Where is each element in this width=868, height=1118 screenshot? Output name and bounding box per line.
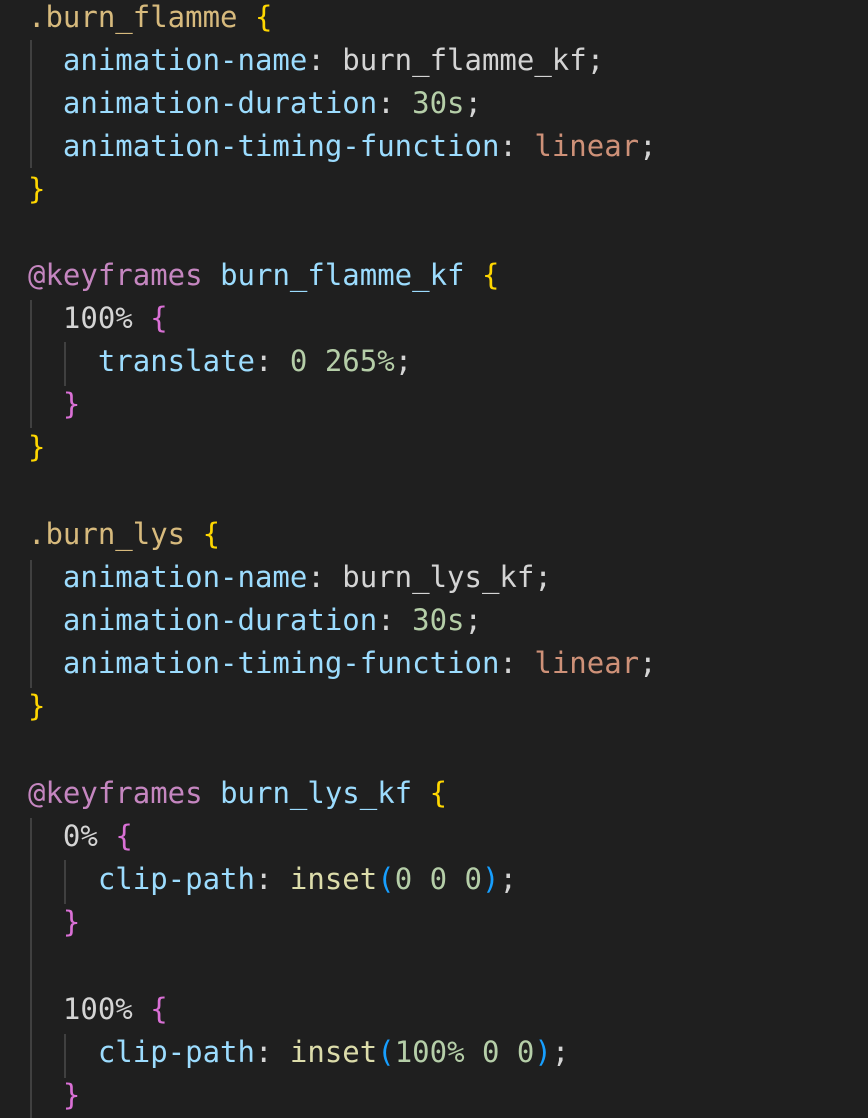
semicolon: ; — [499, 862, 517, 896]
brace: } — [28, 689, 46, 723]
brace: { — [481, 258, 500, 292]
css-property: animation-duration — [62, 86, 378, 120]
paren: ) — [534, 1035, 552, 1069]
brace: { — [150, 992, 168, 1026]
colon: : — [499, 646, 517, 680]
code-line-9[interactable]: translate: 0 265%; — [28, 340, 412, 383]
css-value: 30s — [412, 86, 465, 120]
brace: } — [62, 1078, 81, 1112]
brace: { — [202, 517, 221, 551]
brace: { — [429, 776, 448, 810]
code-editor[interactable]: .burn_flamme { animation-name: burn_flam… — [0, 0, 868, 1118]
colon: : — [307, 43, 325, 77]
css-function: inset — [289, 862, 378, 896]
semicolon: ; — [534, 560, 552, 594]
code-line-5[interactable]: } — [28, 168, 45, 211]
keyframe-selector: 100% — [62, 992, 133, 1026]
code-line-3[interactable]: animation-duration: 30s; — [28, 82, 482, 125]
semicolon: ; — [639, 129, 657, 163]
code-line-25[interactable]: clip-path: inset(100% 0 0); — [28, 1031, 569, 1074]
paren: ( — [377, 1035, 395, 1069]
colon: : — [254, 862, 273, 896]
colon: : — [377, 86, 395, 120]
code-line-11[interactable]: } — [28, 426, 45, 469]
semicolon: ; — [639, 646, 657, 680]
code-line-13[interactable]: .burn_lys { — [28, 513, 220, 556]
brace: } — [28, 430, 46, 464]
code-line-10[interactable]: } — [28, 383, 80, 426]
code-line-15[interactable]: animation-duration: 30s; — [28, 599, 482, 642]
css-value: 30s — [412, 603, 465, 637]
code-line-22[interactable]: } — [28, 901, 80, 944]
css-property: animation-timing-function — [62, 129, 500, 163]
paren: ( — [377, 862, 395, 896]
css-function: inset — [289, 1035, 378, 1069]
keyframe-selector: 100% — [62, 301, 133, 335]
colon: : — [499, 129, 517, 163]
at-rule: @keyframes — [28, 776, 203, 810]
at-rule: @keyframes — [28, 258, 203, 292]
code-line-1[interactable]: .burn_flamme { — [28, 0, 272, 39]
css-value: linear — [534, 129, 640, 163]
code-line-20[interactable]: 0% { — [28, 815, 133, 858]
code-line-26[interactable]: } — [28, 1074, 80, 1117]
semicolon: ; — [464, 86, 482, 120]
brace: { — [115, 819, 133, 853]
brace: } — [62, 905, 81, 939]
css-property: clip-path — [97, 862, 255, 896]
code-line-19[interactable]: @keyframes burn_lys_kf { — [28, 772, 447, 815]
brace: { — [150, 301, 168, 335]
css-selector: .burn_flamme — [28, 0, 238, 34]
colon: : — [307, 560, 325, 594]
keyframe-selector: 0% — [62, 819, 98, 853]
code-line-24[interactable]: 100% { — [28, 988, 168, 1031]
code-line-14[interactable]: animation-name: burn_lys_kf; — [28, 556, 552, 599]
css-property: animation-timing-function — [62, 646, 500, 680]
keyframes-name: burn_flamme_kf — [220, 258, 465, 292]
code-line-17[interactable]: } — [28, 685, 45, 728]
brace: { — [254, 0, 273, 34]
code-line-4[interactable]: animation-timing-function: linear; — [28, 125, 657, 168]
code-line-8[interactable]: 100% { — [28, 297, 168, 340]
semicolon: ; — [551, 1035, 570, 1069]
code-line-21[interactable]: clip-path: inset(0 0 0); — [28, 858, 517, 901]
css-value: burn_lys_kf — [342, 560, 535, 594]
keyframes-name: burn_lys_kf — [220, 776, 413, 810]
colon: : — [254, 344, 273, 378]
css-args: 0 0 0 — [394, 862, 483, 896]
colon: : — [254, 1035, 273, 1069]
code-line-7[interactable]: @keyframes burn_flamme_kf { — [28, 254, 499, 297]
css-property: clip-path — [97, 1035, 255, 1069]
css-property: animation-name — [62, 43, 308, 77]
semicolon: ; — [464, 603, 482, 637]
css-selector: .burn_lys — [28, 517, 186, 551]
code-line-2[interactable]: animation-name: burn_flamme_kf; — [28, 39, 604, 82]
brace: } — [28, 172, 46, 206]
semicolon: ; — [394, 344, 413, 378]
semicolon: ; — [586, 43, 605, 77]
css-property: translate — [97, 344, 255, 378]
css-args: 100% 0 0 — [394, 1035, 535, 1069]
css-property: animation-duration — [62, 603, 378, 637]
brace: } — [62, 387, 81, 421]
code-line-16[interactable]: animation-timing-function: linear; — [28, 642, 657, 685]
css-property: animation-name — [62, 560, 308, 594]
paren: ) — [482, 862, 500, 896]
css-value: 0 265% — [289, 344, 395, 378]
colon: : — [377, 603, 395, 637]
css-value: linear — [534, 646, 640, 680]
css-value: burn_flamme_kf — [342, 43, 587, 77]
